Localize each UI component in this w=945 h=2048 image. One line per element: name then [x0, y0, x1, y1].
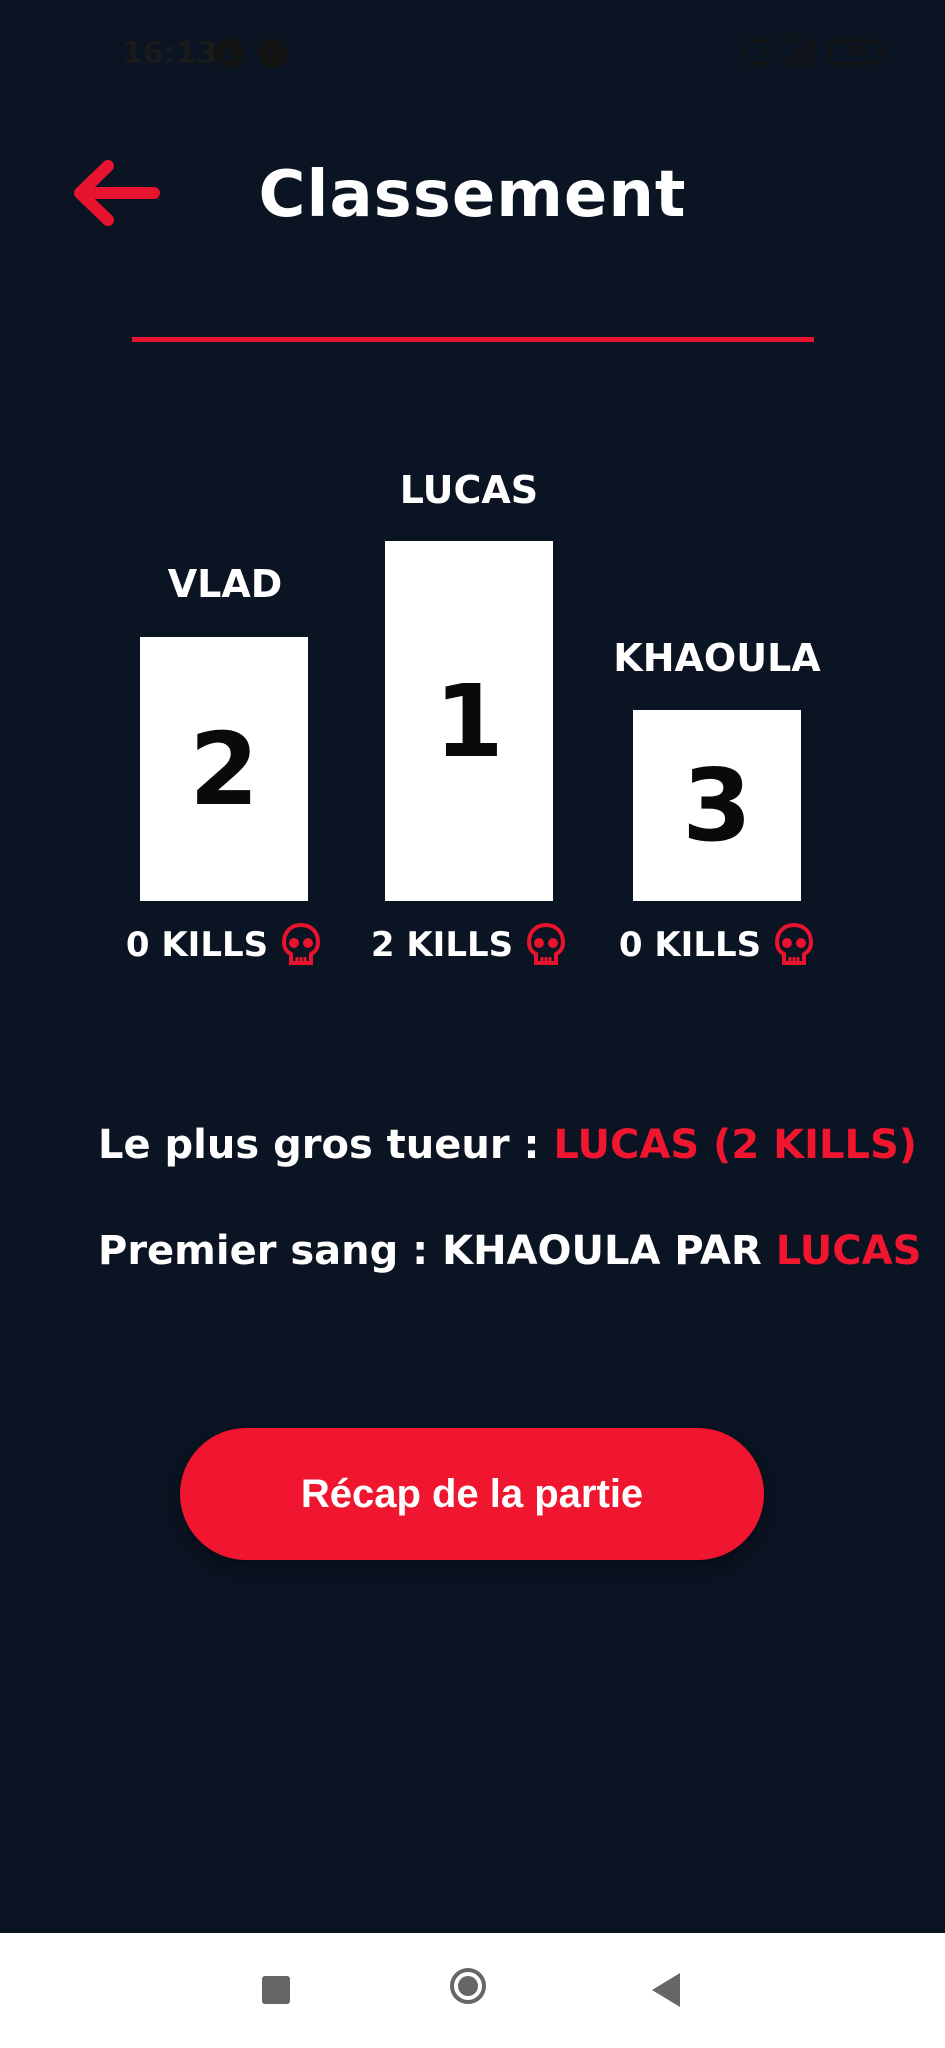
podium-block-1st: 1: [385, 541, 553, 901]
skull-icon: [773, 922, 815, 968]
podium-block-3rd: 3: [633, 710, 801, 901]
kills-row-3rd: 0 KILLS: [597, 922, 837, 968]
battery-icon: 76: [829, 39, 887, 65]
podium-rank-1st: 1: [434, 662, 504, 780]
signal-icon: 4G: [781, 32, 815, 66]
kills-count-3rd: 0 KILLS: [618, 925, 762, 965]
top-killer-value: LUCAS (2 KILLS): [553, 1122, 918, 1168]
network-type: 4G: [781, 32, 798, 45]
first-blood-line: Premier sang : KHAOULA PAR LUCAS: [98, 1228, 921, 1274]
first-blood-killer: LUCAS: [775, 1228, 922, 1274]
recents-icon[interactable]: [262, 1976, 290, 2004]
first-blood-label: Premier sang : KHAOULA PAR: [98, 1228, 762, 1274]
podium-name-1st: LUCAS: [399, 468, 539, 512]
podium-rank-3rd: 3: [682, 747, 752, 864]
status-right: 4G 76: [743, 32, 887, 66]
podium-name-3rd: KHAOULA: [613, 636, 821, 680]
kills-row-2nd: 0 KILLS: [104, 922, 344, 968]
skull-icon: [280, 922, 322, 968]
top-killer-label: Le plus gros tueur :: [98, 1122, 540, 1168]
page-title: Classement: [258, 158, 687, 232]
top-killer-line: Le plus gros tueur : LUCAS (2 KILLS): [98, 1122, 917, 1168]
app-notification-icon: ▲: [214, 38, 244, 68]
title-divider: [132, 337, 814, 342]
podium-block-2nd: 2: [140, 637, 308, 901]
navigation-bar: [0, 1933, 945, 2048]
back-triangle-icon[interactable]: [652, 1973, 680, 2007]
recap-button-label: Récap de la partie: [300, 1471, 644, 1516]
kills-count-2nd: 0 KILLS: [125, 925, 269, 965]
home-icon[interactable]: [450, 1968, 486, 2004]
podium-rank-2nd: 2: [189, 710, 259, 828]
kills-row-1st: 2 KILLS: [349, 922, 589, 968]
status-bar: 16:13 ▲ ⚡ 4G 76: [0, 0, 945, 110]
recap-button[interactable]: Récap de la partie: [180, 1428, 764, 1560]
battery-level: 76: [829, 39, 881, 65]
kills-count-1st: 2 KILLS: [370, 925, 514, 965]
podium-name-2nd: VLAD: [167, 562, 283, 606]
status-time: 16:13: [122, 36, 218, 71]
messenger-notification-icon: ⚡: [258, 38, 288, 68]
sim-icon: [743, 39, 769, 65]
skull-icon: [525, 922, 567, 968]
